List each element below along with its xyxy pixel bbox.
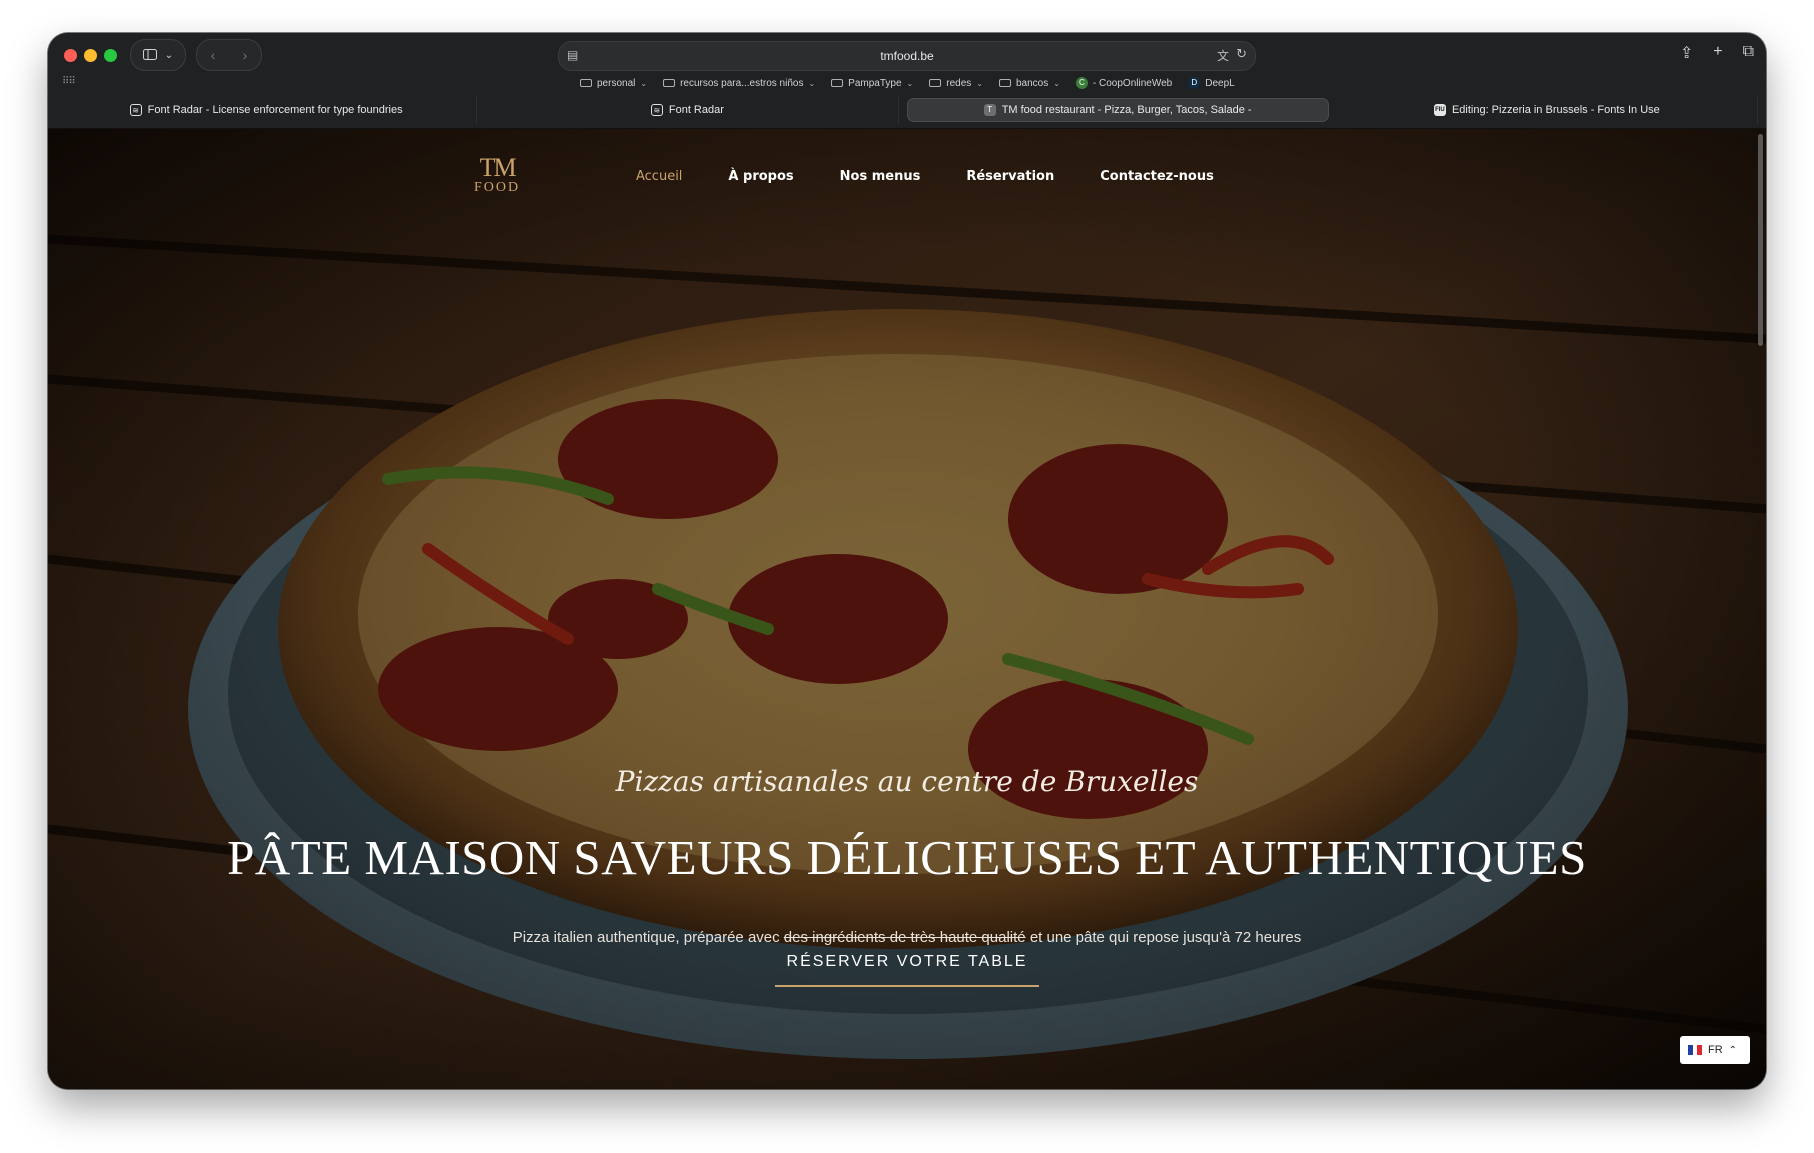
bookmarks-bar: personal ⌄ recursos para...estros niños ⌄ … [580,77,1235,89]
chevron-down-icon: ⌄ [640,78,648,88]
main-nav: Accueil À propos Nos menus Réservation C… [636,169,1214,184]
hero-description: Pizza italien authentique, préparée avec… [512,929,1302,946]
forward-icon[interactable]: › [243,47,248,63]
reload-icon[interactable]: ↻ [1236,46,1247,62]
folder-icon [831,79,844,87]
minimize-window-button[interactable] [84,49,97,62]
hero-tagline: Pizzas artisanales au centre de Bruxelle… [615,765,1199,798]
url-text: tmfood.be [880,49,934,63]
address-bar[interactable]: ▤ tmfood.be 文 ↻ [558,41,1256,71]
close-window-button[interactable] [64,49,77,62]
share-icon[interactable]: ⇪ [1680,43,1693,63]
chevron-down-icon: ⌄ [808,78,816,88]
nav-nos-menus[interactable]: Nos menus [840,169,921,184]
bookmark-personal[interactable]: personal ⌄ [580,77,647,89]
translate-icon[interactable]: 文 [1217,47,1229,64]
folder-icon [580,79,592,87]
browser-window: ⌄ ‹ › ▤ tmfood.be 文 ↻ ⇪ + ⧉ ⠿⠿ personal ⌄… [48,33,1766,1089]
toolbar-actions: ⇪ + ⧉ [1680,43,1754,63]
chevron-down-icon: ⌄ [164,49,174,61]
favorites-grid-icon[interactable]: ⠿⠿ [62,76,76,87]
bookmark-pampatype[interactable]: PampaType ⌄ [831,77,913,89]
sidebar-icon [142,47,157,63]
folder-icon [998,79,1011,87]
folder-icon [929,79,942,87]
page-scrollbar[interactable] [1758,134,1763,346]
tab-fonts-in-use[interactable]: FIU Editing: Pizzeria in Brussels - Font… [1337,96,1758,124]
nav-a-propos[interactable]: À propos [728,169,793,184]
bookmark-recursos[interactable]: recursos para...estros niños ⌄ [663,77,815,89]
bookmark-bancos[interactable]: bancos ⌄ [998,77,1060,89]
chevron-down-icon: ⌄ [976,78,983,88]
navigation-buttons: ‹ › [196,39,262,71]
zoom-window-button[interactable] [104,49,117,62]
chevron-down-icon: ⌄ [906,78,914,88]
france-flag-icon [1688,1045,1703,1055]
radar-icon: ≋ [650,104,663,116]
tab-font-radar-license[interactable]: ≋ Font Radar - License enforcement for t… [56,96,478,124]
browser-toolbar: ⌄ ‹ › ▤ tmfood.be 文 ↻ ⇪ + ⧉ ⠿⠿ personal ⌄… [48,33,1766,129]
nav-accueil[interactable]: Accueil [636,169,682,184]
site-logo[interactable]: TM FOOD [474,155,520,195]
language-switcher[interactable]: FR ⌃ [1680,1036,1750,1064]
bookmark-deepl[interactable]: D DeepL [1188,77,1235,89]
site-header: TM FOOD Accueil À propos Nos menus Réser… [48,129,1766,221]
tab-overview-icon[interactable]: ⧉ [1743,43,1754,63]
web-page: TM FOOD Accueil À propos Nos menus Réser… [48,129,1766,1089]
folder-icon [663,79,676,87]
radar-icon: ≋ [129,104,142,116]
bookmark-cooponlineweb[interactable]: C- CoopOnlineWeb [1075,77,1172,89]
fonts-in-use-icon: FIU [1433,104,1446,116]
nav-reservation[interactable]: Réservation [966,169,1054,184]
deepl-icon: D [1188,77,1201,89]
coop-icon: C [1075,77,1088,89]
nav-contactez-nous[interactable]: Contactez-nous [1100,169,1214,184]
tab-font-radar[interactable]: ≋ Font Radar [477,96,899,124]
tab-tm-food[interactable]: T TM food restaurant - Pizza, Burger, Ta… [906,98,1329,122]
tm-favicon-icon: T [983,104,996,116]
new-tab-icon[interactable]: + [1713,43,1722,63]
chevron-up-icon: ⌃ [1728,1044,1738,1056]
chevron-down-icon: ⌄ [1053,78,1060,88]
reserve-table-button[interactable]: RÉSERVER VOTRE TABLE [775,949,1039,987]
back-icon[interactable]: ‹ [211,47,216,63]
hero-headline: PÂTE MAISON SAVEURS DÉLICIEUSES ET AUTHE… [227,830,1587,885]
bookmark-redes[interactable]: redes ⌄ [929,77,983,89]
sidebar-toggle-button[interactable]: ⌄ [130,39,186,71]
tab-bar: ≋ Font Radar - License enforcement for t… [56,96,1758,124]
